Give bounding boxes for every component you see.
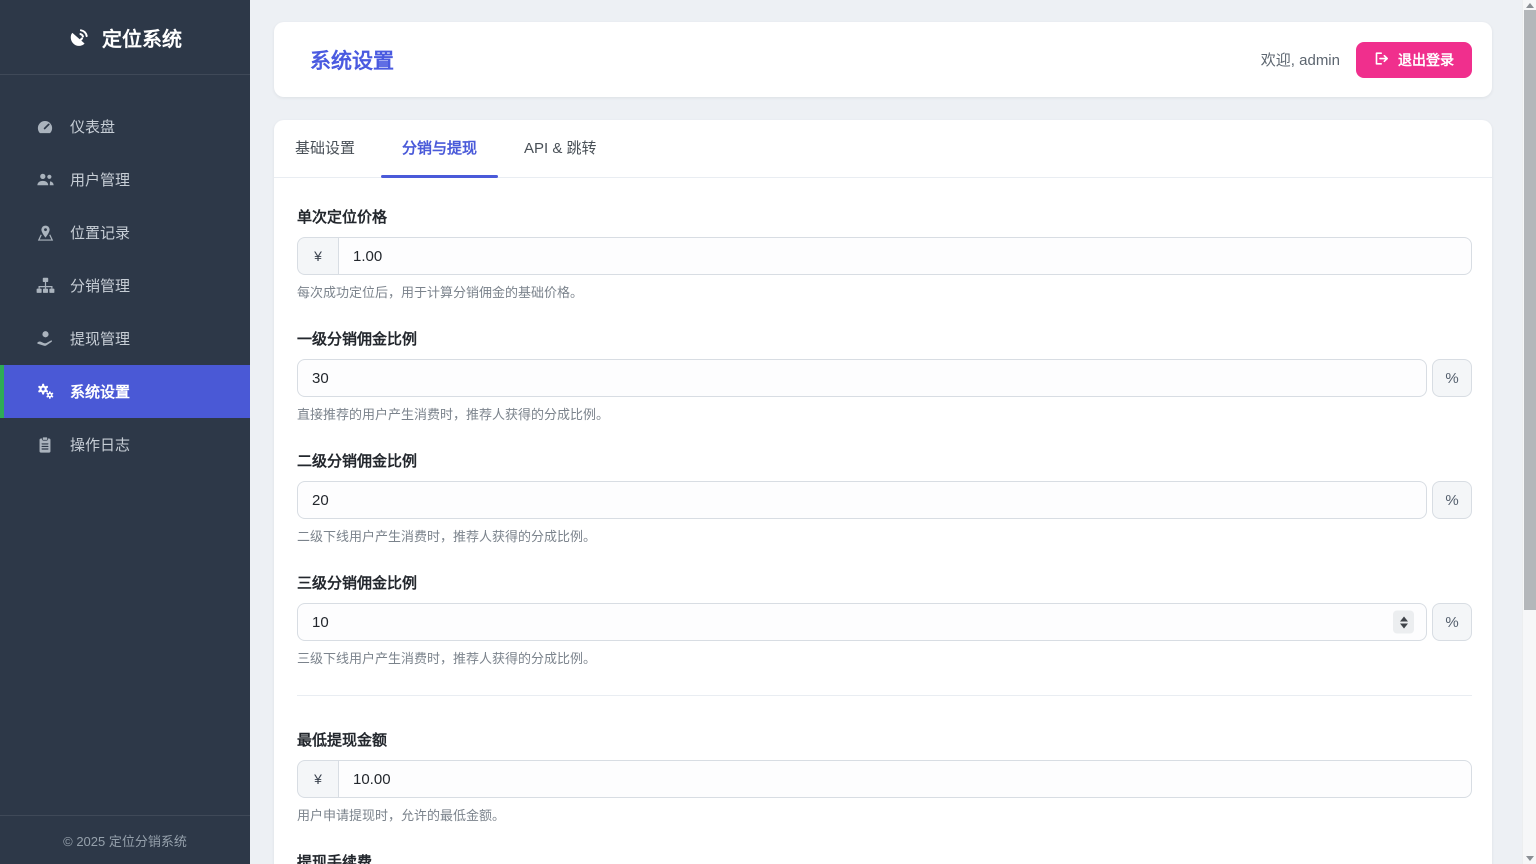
- sidebar: 定位系统 仪表盘 用户管理: [0, 0, 250, 864]
- settings-tabs: 基础设置 分销与提现 API & 跳转: [274, 120, 1492, 178]
- page-title: 系统设置: [310, 45, 1261, 75]
- sidebar-item-label: 仪表盘: [70, 116, 115, 137]
- page-header: 系统设置 欢迎, admin 退出登录: [274, 22, 1492, 97]
- sidebar-item-logs[interactable]: 操作日志: [0, 418, 250, 471]
- field-help: 每次成功定位后，用于计算分销佣金的基础价格。: [297, 284, 1472, 301]
- percent-suffix: %: [1432, 481, 1472, 519]
- field-help: 三级下线用户产生消费时，推荐人获得的分成比例。: [297, 650, 1472, 667]
- logs-icon: [35, 436, 55, 454]
- sidebar-item-users[interactable]: 用户管理: [0, 153, 250, 206]
- sidebar-item-label: 位置记录: [70, 222, 130, 243]
- currency-prefix: ¥: [297, 760, 338, 798]
- field-label: 单次定位价格: [297, 207, 1472, 228]
- field-help: 直接推荐的用户产生消费时，推荐人获得的分成比例。: [297, 406, 1472, 423]
- scrollbar-up-icon[interactable]: [1526, 3, 1534, 8]
- main-content: 系统设置 欢迎, admin 退出登录 基础设置 分销与提现 API & 跳转 …: [250, 0, 1522, 864]
- withdraw-icon: [35, 330, 55, 347]
- scrollbar-down-icon[interactable]: [1526, 856, 1534, 861]
- single-location-price-input[interactable]: [338, 237, 1472, 275]
- sidebar-nav: 仪表盘 用户管理 位置记录: [0, 100, 250, 815]
- window-scrollbar[interactable]: [1522, 0, 1536, 864]
- level1-commission-input[interactable]: [297, 359, 1427, 397]
- welcome-text: 欢迎, admin: [1261, 49, 1340, 70]
- sidebar-item-label: 系统设置: [70, 381, 130, 402]
- settings-icon: [35, 382, 55, 401]
- satellite-dish-icon: [68, 26, 91, 49]
- section-divider: [297, 695, 1472, 696]
- sidebar-footer: © 2025 定位分销系统: [0, 815, 250, 864]
- settings-card: 基础设置 分销与提现 API & 跳转 单次定位价格 ¥ 每次成功定位后，用于计…: [274, 120, 1492, 864]
- field-help: 用户申请提现时，允许的最低金额。: [297, 807, 1472, 824]
- field-single-location-price: 单次定位价格 ¥ 每次成功定位后，用于计算分销佣金的基础价格。: [297, 207, 1472, 301]
- spinner-down-icon[interactable]: [1400, 623, 1408, 628]
- sidebar-item-label: 分销管理: [70, 275, 130, 296]
- field-label: 提现手续费: [297, 852, 1472, 864]
- logout-label: 退出登录: [1398, 50, 1454, 70]
- level2-commission-input[interactable]: [297, 481, 1427, 519]
- number-spinner[interactable]: [1393, 611, 1414, 634]
- settings-form: 单次定位价格 ¥ 每次成功定位后，用于计算分销佣金的基础价格。 一级分销佣金比例…: [274, 178, 1492, 864]
- users-icon: [35, 171, 55, 188]
- field-withdrawal-fee: 提现手续费: [297, 852, 1472, 864]
- sidebar-item-label: 用户管理: [70, 169, 130, 190]
- field-label: 二级分销佣金比例: [297, 451, 1472, 472]
- field-level3-commission: 三级分销佣金比例 % 三级下线用户产生消费时，推荐人获得的分成比例。: [297, 573, 1472, 667]
- distribution-icon: [35, 277, 55, 294]
- percent-suffix: %: [1432, 603, 1472, 641]
- app-title: 定位系统: [102, 23, 182, 52]
- sign-out-icon: [1374, 51, 1389, 69]
- location-icon: [35, 224, 55, 242]
- field-label: 一级分销佣金比例: [297, 329, 1472, 350]
- currency-prefix: ¥: [297, 237, 338, 275]
- field-help: 二级下线用户产生消费时，推荐人获得的分成比例。: [297, 528, 1472, 545]
- dashboard-icon: [35, 118, 55, 136]
- sidebar-item-settings[interactable]: 系统设置: [0, 365, 250, 418]
- spinner-up-icon[interactable]: [1400, 616, 1408, 621]
- sidebar-item-location-records[interactable]: 位置记录: [0, 206, 250, 259]
- min-withdrawal-input[interactable]: [338, 760, 1472, 798]
- sidebar-item-withdrawals[interactable]: 提现管理: [0, 312, 250, 365]
- app-logo: 定位系统: [0, 0, 250, 75]
- tab-api-redirect[interactable]: API & 跳转: [503, 120, 618, 177]
- tab-basic-settings[interactable]: 基础设置: [274, 120, 376, 177]
- tab-distribution-withdrawal[interactable]: 分销与提现: [381, 120, 498, 177]
- field-label: 三级分销佣金比例: [297, 573, 1472, 594]
- sidebar-item-label: 提现管理: [70, 328, 130, 349]
- logout-button[interactable]: 退出登录: [1356, 42, 1472, 78]
- sidebar-item-dashboard[interactable]: 仪表盘: [0, 100, 250, 153]
- field-min-withdrawal: 最低提现金额 ¥ 用户申请提现时，允许的最低金额。: [297, 730, 1472, 824]
- field-label: 最低提现金额: [297, 730, 1472, 751]
- sidebar-item-distribution[interactable]: 分销管理: [0, 259, 250, 312]
- level3-commission-input[interactable]: [297, 603, 1427, 641]
- field-level1-commission: 一级分销佣金比例 % 直接推荐的用户产生消费时，推荐人获得的分成比例。: [297, 329, 1472, 423]
- scrollbar-thumb[interactable]: [1524, 10, 1536, 610]
- field-level2-commission: 二级分销佣金比例 % 二级下线用户产生消费时，推荐人获得的分成比例。: [297, 451, 1472, 545]
- percent-suffix: %: [1432, 359, 1472, 397]
- sidebar-item-label: 操作日志: [70, 434, 130, 455]
